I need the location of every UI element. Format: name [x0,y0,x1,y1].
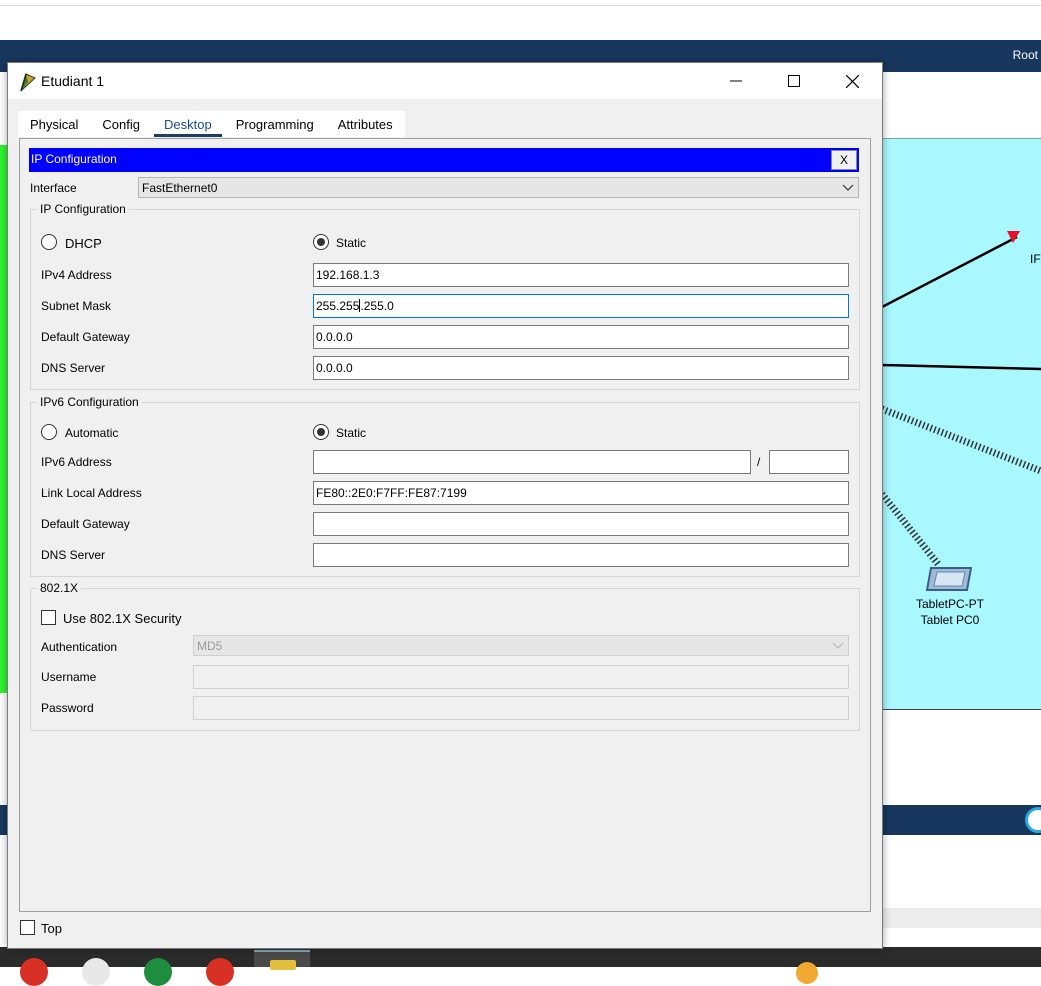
window-title: Etudiant 1 [41,73,105,89]
ip-config-header: IP Configuration X [29,148,859,172]
subnet-mask-value-before-caret: 255.255 [316,299,360,313]
tab-physical[interactable]: Physical [18,111,90,137]
top-checkbox[interactable] [20,920,35,935]
close-window-button[interactable] [823,63,881,99]
minimize-icon [730,80,742,82]
bg-toolbar-strip [880,72,1041,138]
taskbar-app-icon-red[interactable] [20,958,48,986]
desktop-tab-panel: IP Configuration X Interface FastEtherne… [19,138,871,912]
link-local-input[interactable]: FE80::2E0:F7FF:FE87:7199 [313,481,849,505]
ipv6-prefix-separator: / [757,455,761,469]
bg-app-title: Root [1012,48,1038,62]
ip-config-header-title: IP Configuration [31,152,117,166]
username-input[interactable] [193,665,849,689]
taskbar-tray-icon[interactable] [796,962,818,984]
bg-status-strip [882,908,1041,928]
authentication-label: Authentication [41,640,118,654]
ipv6-address-label: IPv6 Address [41,455,112,469]
maximize-icon [788,75,800,87]
ipv4-address-label: IPv4 Address [41,268,112,282]
static-radio-ipv4[interactable] [313,234,329,250]
interface-label: Interface [30,181,77,195]
chevron-down-icon [832,642,844,649]
ipv4-gateway-label: Default Gateway [41,330,130,344]
taskbar-app-icon-white[interactable] [82,958,110,986]
tab-config[interactable]: Config [90,111,152,137]
ipv6-config-group: IPv6 Configuration Automatic Static IPv6… [30,395,860,577]
ipv6-gateway-input[interactable] [313,512,849,536]
ipv6-address-input[interactable] [313,450,751,474]
ipv4-dns-label: DNS Server [41,361,106,375]
use-8021x-checkbox[interactable] [41,610,56,625]
bg-top-divider [0,5,1041,6]
bg-edge-label: IF [1030,252,1041,266]
ip-config-close-button[interactable]: X [831,150,857,170]
maximize-button[interactable] [765,63,823,99]
taskbar-packet-tracer-icon[interactable] [270,960,296,970]
tablet-pc-icon[interactable] [925,566,973,592]
top-label: Top [41,921,62,936]
ipv6-automatic-radio[interactable] [41,424,57,440]
use-8021x-label: Use 802.1X Security [63,611,182,626]
ipv6-group-title: IPv6 Configuration [37,395,142,409]
device-name-label: Tablet PC0 [920,613,980,627]
subnet-mask-value-after-caret: .255.0 [360,299,394,313]
bg-bottom-toolbar [882,805,1041,835]
device-tabs: Physical Config Desktop Programming Attr… [18,111,405,137]
link-local-label: Link Local Address [41,486,142,500]
authentication-value: MD5 [197,639,223,653]
interface-select[interactable]: FastEthernet0 [138,177,859,198]
device-config-window: Etudiant 1 Physical Config Desktop Progr… [7,62,883,949]
dhcp-radio[interactable] [41,234,57,250]
authentication-select[interactable]: MD5 [193,635,849,656]
ipv6-dns-input[interactable] [313,543,849,567]
static-label-ipv6: Static [336,426,367,440]
password-input[interactable] [193,696,849,720]
device-type-label: TabletPC-PT [915,597,985,611]
ipv4-group-title: IP Configuration [37,202,129,216]
static-radio-ipv6[interactable] [313,424,329,440]
chevron-down-icon [842,184,854,191]
static-label-ipv4: Static [336,236,367,250]
ipv4-config-group: IP Configuration DHCP Static IPv4 Addres… [30,202,860,390]
close-icon [845,74,859,88]
interface-value: FastEthernet0 [142,181,218,195]
password-label: Password [41,701,94,715]
ipv6-automatic-label: Automatic [65,426,119,440]
subnet-mask-label: Subnet Mask [41,299,112,313]
ipv4-dns-input[interactable]: 0.0.0.0 [313,356,849,380]
dhcp-label: DHCP [65,236,102,251]
minimize-button[interactable] [707,63,765,99]
window-titlebar[interactable]: Etudiant 1 [8,63,882,99]
dot1x-group: 802.1X Use 802.1X Security Authenticatio… [30,581,860,731]
ipv4-gateway-input[interactable]: 0.0.0.0 [313,325,849,349]
taskbar-app-icon-red-2[interactable] [206,958,234,986]
tab-programming[interactable]: Programming [224,111,326,137]
username-label: Username [41,670,97,684]
ipv6-prefix-input[interactable] [769,450,849,474]
ipv6-gateway-label: Default Gateway [41,517,130,531]
dot1x-group-title: 802.1X [37,581,82,595]
ipv6-dns-label: DNS Server [41,548,106,562]
taskbar-app-icon-green[interactable] [144,958,172,986]
subnet-mask-input[interactable]: 255.255.255.0 [313,294,849,318]
tab-desktop[interactable]: Desktop [152,111,224,137]
packet-tracer-icon [20,73,36,92]
ipv4-address-input[interactable]: 192.168.1.3 [313,263,849,287]
tab-attributes[interactable]: Attributes [326,111,405,137]
